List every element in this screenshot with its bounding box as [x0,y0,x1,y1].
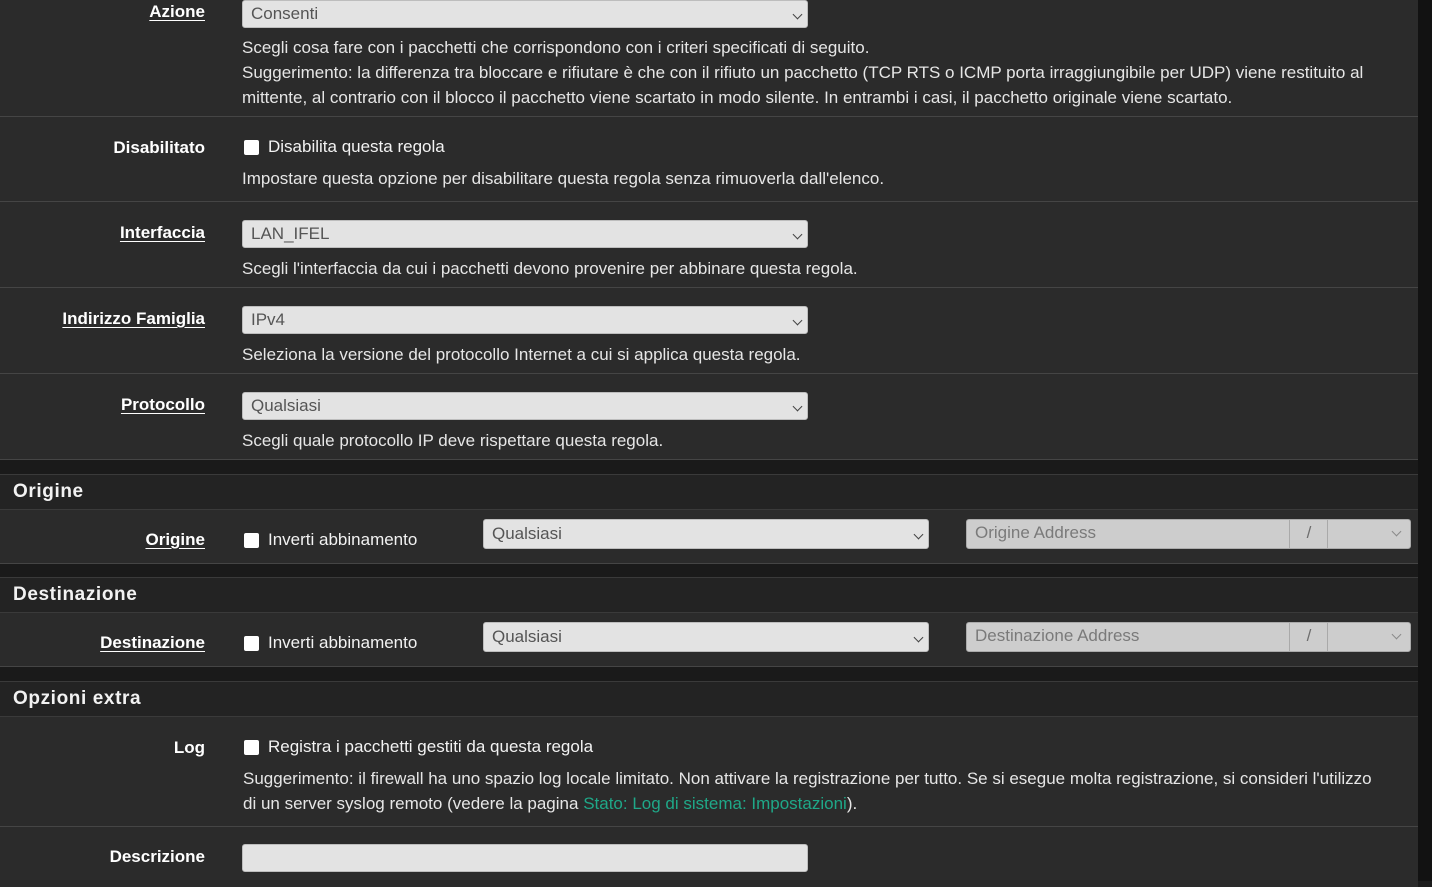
chevron-down-icon [794,1,801,27]
log-help-line2: di un server syslog remoto (vedere la pa… [243,791,1372,816]
section-header-extra: Opzioni extra [0,681,1418,717]
log-checkbox[interactable] [244,740,259,755]
row-azione: Azione Consenti Scegli cosa fare con i p… [0,0,1418,117]
origine-invert-label[interactable]: Inverti abbinamento [268,530,417,550]
section-title-destinazione: Destinazione [13,584,138,605]
disabilitato-help: Impostare questa opzione per disabilitar… [242,169,885,188]
azione-help-line3: mittente, al contrario con il blocco il … [242,88,1233,107]
origine-label[interactable]: Origine [145,530,205,550]
azione-help-line1: Scegli cosa fare con i pacchetti che cor… [242,38,870,57]
azione-help-line2: Suggerimento: la differenza tra bloccare… [242,63,1364,82]
divider [1289,623,1290,651]
chevron-down-icon [794,221,801,247]
log-help-line1: Suggerimento: il firewall ha uno spazio … [243,769,1372,788]
row-famiglia: Indirizzo Famiglia IPv4 Seleziona la ver… [0,288,1418,374]
divider [1327,623,1328,651]
section-gap [0,460,1418,474]
log-help: Suggerimento: il firewall ha uno spazio … [243,766,1372,816]
row-descrizione: Descrizione [0,827,1418,887]
section-header-origine: Origine [0,474,1418,510]
chevron-down-icon [794,307,801,333]
log-settings-link[interactable]: Stato: Log di sistema: Impostazioni [583,794,847,813]
row-protocollo: Protocollo Qualsiasi Scegli quale protoc… [0,374,1418,460]
chevron-down-icon [915,623,922,651]
section-header-destinazione: Destinazione [0,577,1418,613]
disabilita-checkbox-label[interactable]: Disabilita questa regola [268,137,445,157]
interfaccia-label[interactable]: Interfaccia [120,223,205,243]
famiglia-select[interactable]: IPv4 [242,306,808,334]
destinazione-invert-label[interactable]: Inverti abbinamento [268,633,417,653]
protocollo-select-value: Qualsiasi [251,396,321,415]
azione-select[interactable]: Consenti [242,0,808,28]
protocollo-select[interactable]: Qualsiasi [242,392,808,420]
section-gap [0,667,1418,681]
origine-address-input[interactable]: Origine Address [975,523,1096,543]
destinazione-address-input[interactable]: Destinazione Address [975,626,1139,646]
disabilitato-label: Disabilitato [113,138,205,157]
destinazione-label[interactable]: Destinazione [100,633,205,653]
interfaccia-select[interactable]: LAN_IFEL [242,220,808,248]
row-disabilitato: Disabilitato Disabilita questa regola Im… [0,117,1418,202]
azione-select-value: Consenti [251,4,319,23]
protocollo-label[interactable]: Protocollo [121,395,205,415]
origine-type-value: Qualsiasi [492,524,562,543]
destinazione-invert-checkbox[interactable] [244,636,259,651]
log-help-text-end: ). [846,794,858,813]
log-checkbox-label[interactable]: Registra i pacchetti gestiti da questa r… [268,737,593,757]
mask-select-chevron-icon[interactable] [1393,520,1400,540]
divider [1289,520,1290,548]
chevron-down-icon [915,520,922,548]
mask-select-chevron-icon[interactable] [1393,623,1400,643]
azione-help: Scegli cosa fare con i pacchetti che cor… [242,35,1363,110]
section-title-extra: Opzioni extra [13,688,142,709]
row-destinazione: Destinazione Inverti abbinamento Qualsia… [0,613,1418,667]
origine-type-select[interactable]: Qualsiasi [483,519,929,549]
interfaccia-help: Scegli l'interfaccia da cui i pacchetti … [242,259,858,278]
mask-slash: / [1306,523,1312,542]
famiglia-label[interactable]: Indirizzo Famiglia [62,309,205,329]
descrizione-input[interactable] [242,844,808,872]
log-label: Log [173,738,205,757]
firewall-rule-form: Azione Consenti Scegli cosa fare con i p… [0,0,1418,887]
chevron-down-icon [794,393,801,419]
descrizione-label: Descrizione [109,847,205,866]
destinazione-type-value: Qualsiasi [492,627,562,646]
mask-slash: / [1306,626,1312,645]
interfaccia-select-value: LAN_IFEL [251,224,330,243]
row-interfaccia: Interfaccia LAN_IFEL Scegli l'interfacci… [0,202,1418,288]
origine-invert-checkbox[interactable] [244,533,259,548]
azione-label[interactable]: Azione [149,2,205,22]
section-title-origine: Origine [13,481,84,502]
row-log: Log Registra i pacchetti gestiti da ques… [0,717,1418,827]
page-edge [1418,0,1432,881]
famiglia-select-value: IPv4 [251,310,286,329]
disabilita-checkbox[interactable] [244,140,259,155]
origine-address-group: Origine Address / [966,519,1411,549]
protocollo-help: Scegli quale protocollo IP deve rispetta… [242,431,664,450]
row-origine: Origine Inverti abbinamento Qualsiasi Or… [0,510,1418,564]
log-help-text: di un server syslog remoto (vedere la pa… [243,794,584,813]
destinazione-address-group: Destinazione Address / [966,622,1411,652]
divider [1327,520,1328,548]
famiglia-help: Seleziona la versione del protocollo Int… [242,345,801,364]
destinazione-type-select[interactable]: Qualsiasi [483,622,929,652]
section-gap [0,564,1418,577]
